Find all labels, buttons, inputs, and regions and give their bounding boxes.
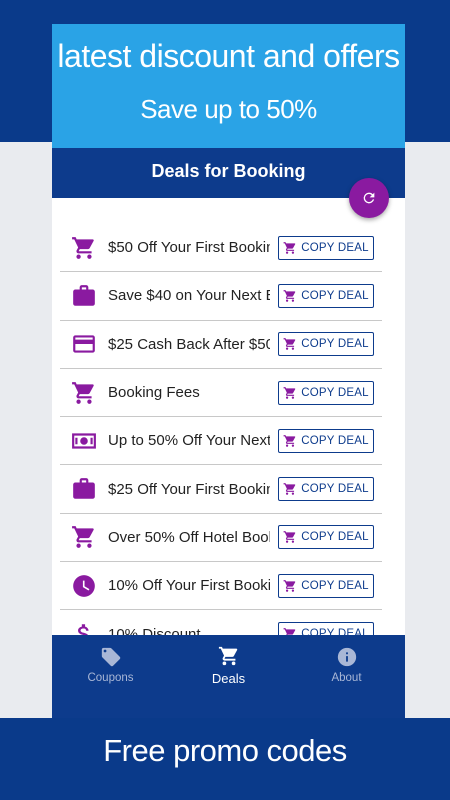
copy-deal-button[interactable]: COPY DEAL bbox=[278, 428, 374, 453]
promo-headline: latest discount and offers bbox=[57, 38, 400, 74]
cart-icon bbox=[283, 483, 296, 495]
cart-icon bbox=[218, 646, 237, 665]
credit-card-icon bbox=[70, 330, 98, 358]
copy-deal-button[interactable]: COPY DEAL bbox=[278, 332, 374, 357]
deal-title: $25 Cash Back After $50 bbox=[108, 335, 270, 353]
cart-icon bbox=[283, 338, 296, 351]
copy-deal-button[interactable]: COPY DEAL bbox=[278, 235, 374, 260]
money-icon bbox=[70, 427, 98, 455]
deal-row[interactable]: Up to 50% Off Your Next Stay COPY DEAL bbox=[60, 417, 382, 466]
deal-title: Up to 50% Off Your Next Stay bbox=[108, 432, 270, 450]
deal-title: Booking Fees bbox=[108, 384, 200, 402]
briefcase-icon bbox=[70, 475, 98, 503]
promo-subline: Save up to 50% bbox=[140, 94, 317, 124]
nav-deals[interactable]: Deals bbox=[170, 635, 287, 695]
copy-deal-button[interactable]: COPY DEAL bbox=[278, 477, 374, 502]
cart-icon bbox=[283, 434, 296, 447]
deal-row[interactable]: $25 Cash Back After $50 COPY DEAL bbox=[60, 321, 382, 369]
copy-deal-label: COPY DEAL bbox=[301, 483, 369, 496]
deal-row[interactable]: $25 Off Your First Booking COPY DEAL bbox=[60, 465, 382, 514]
deal-list: $50 Off Your First Booking COPY DEAL Save … bbox=[60, 224, 382, 659]
refresh-icon bbox=[363, 192, 375, 204]
deal-title: Save $40 on Your Next Booking bbox=[108, 287, 270, 305]
nav-about[interactable]: About bbox=[288, 635, 405, 695]
promo-header: latest discount and offers Save up to 50… bbox=[52, 24, 405, 148]
nav-deals-label: Deals bbox=[211, 670, 246, 686]
copy-deal-label: COPY DEAL bbox=[301, 579, 369, 592]
cart-icon bbox=[283, 290, 296, 302]
copy-deal-label: COPY DEAL bbox=[301, 434, 369, 447]
deal-title: Over 50% Off Hotel Bookings bbox=[108, 528, 270, 546]
cart-icon bbox=[283, 579, 296, 592]
copy-deal-label: COPY DEAL bbox=[301, 338, 369, 351]
info-icon bbox=[337, 647, 356, 667]
briefcase-icon bbox=[70, 282, 98, 310]
clock-icon bbox=[70, 572, 98, 600]
copy-deal-button[interactable]: COPY DEAL bbox=[278, 380, 374, 405]
copy-deal-label: COPY DEAL bbox=[301, 531, 369, 544]
deal-row[interactable]: Save $40 on Your Next Booking COPY DEAL bbox=[60, 272, 382, 321]
cart-icon bbox=[283, 531, 296, 544]
footer-caption: Free promo codes bbox=[103, 733, 347, 768]
copy-deal-label: COPY DEAL bbox=[301, 289, 369, 302]
bottom-nav: Coupons Deals About bbox=[52, 635, 405, 718]
deal-row[interactable]: $50 Off Your First Booking COPY DEAL bbox=[60, 224, 382, 273]
cart-icon bbox=[70, 379, 98, 407]
cart-icon bbox=[70, 234, 98, 262]
cart-icon bbox=[283, 241, 296, 254]
deal-row[interactable]: Booking Fees COPY DEAL bbox=[60, 369, 382, 418]
cart-icon bbox=[70, 523, 98, 551]
copy-deal-label: COPY DEAL bbox=[301, 241, 369, 254]
deal-title: $25 Off Your First Booking bbox=[108, 480, 270, 498]
deal-title: 10% Off Your First Booking bbox=[108, 577, 270, 595]
nav-coupons-label: Coupons bbox=[87, 672, 134, 684]
copy-deal-button[interactable]: COPY DEAL bbox=[278, 525, 374, 550]
copy-deal-button[interactable]: COPY DEAL bbox=[278, 573, 374, 598]
deal-row[interactable]: Over 50% Off Hotel Bookings COPY DEAL bbox=[60, 514, 382, 563]
app-screen: Deals for Booking $50 Off Your First Boo… bbox=[52, 148, 405, 718]
nav-about-label: About bbox=[331, 672, 362, 684]
cart-icon bbox=[283, 386, 296, 399]
copy-deal-button[interactable]: COPY DEAL bbox=[278, 283, 374, 308]
page-title: Deals for Booking bbox=[151, 161, 306, 181]
nav-coupons[interactable]: Coupons bbox=[52, 635, 169, 695]
copy-deal-label: COPY DEAL bbox=[301, 386, 369, 399]
deal-title: $50 Off Your First Booking bbox=[108, 239, 270, 257]
refresh-button[interactable] bbox=[349, 178, 389, 218]
deal-row[interactable]: 10% Off Your First Booking COPY DEAL bbox=[60, 562, 382, 611]
tag-icon bbox=[101, 647, 120, 667]
